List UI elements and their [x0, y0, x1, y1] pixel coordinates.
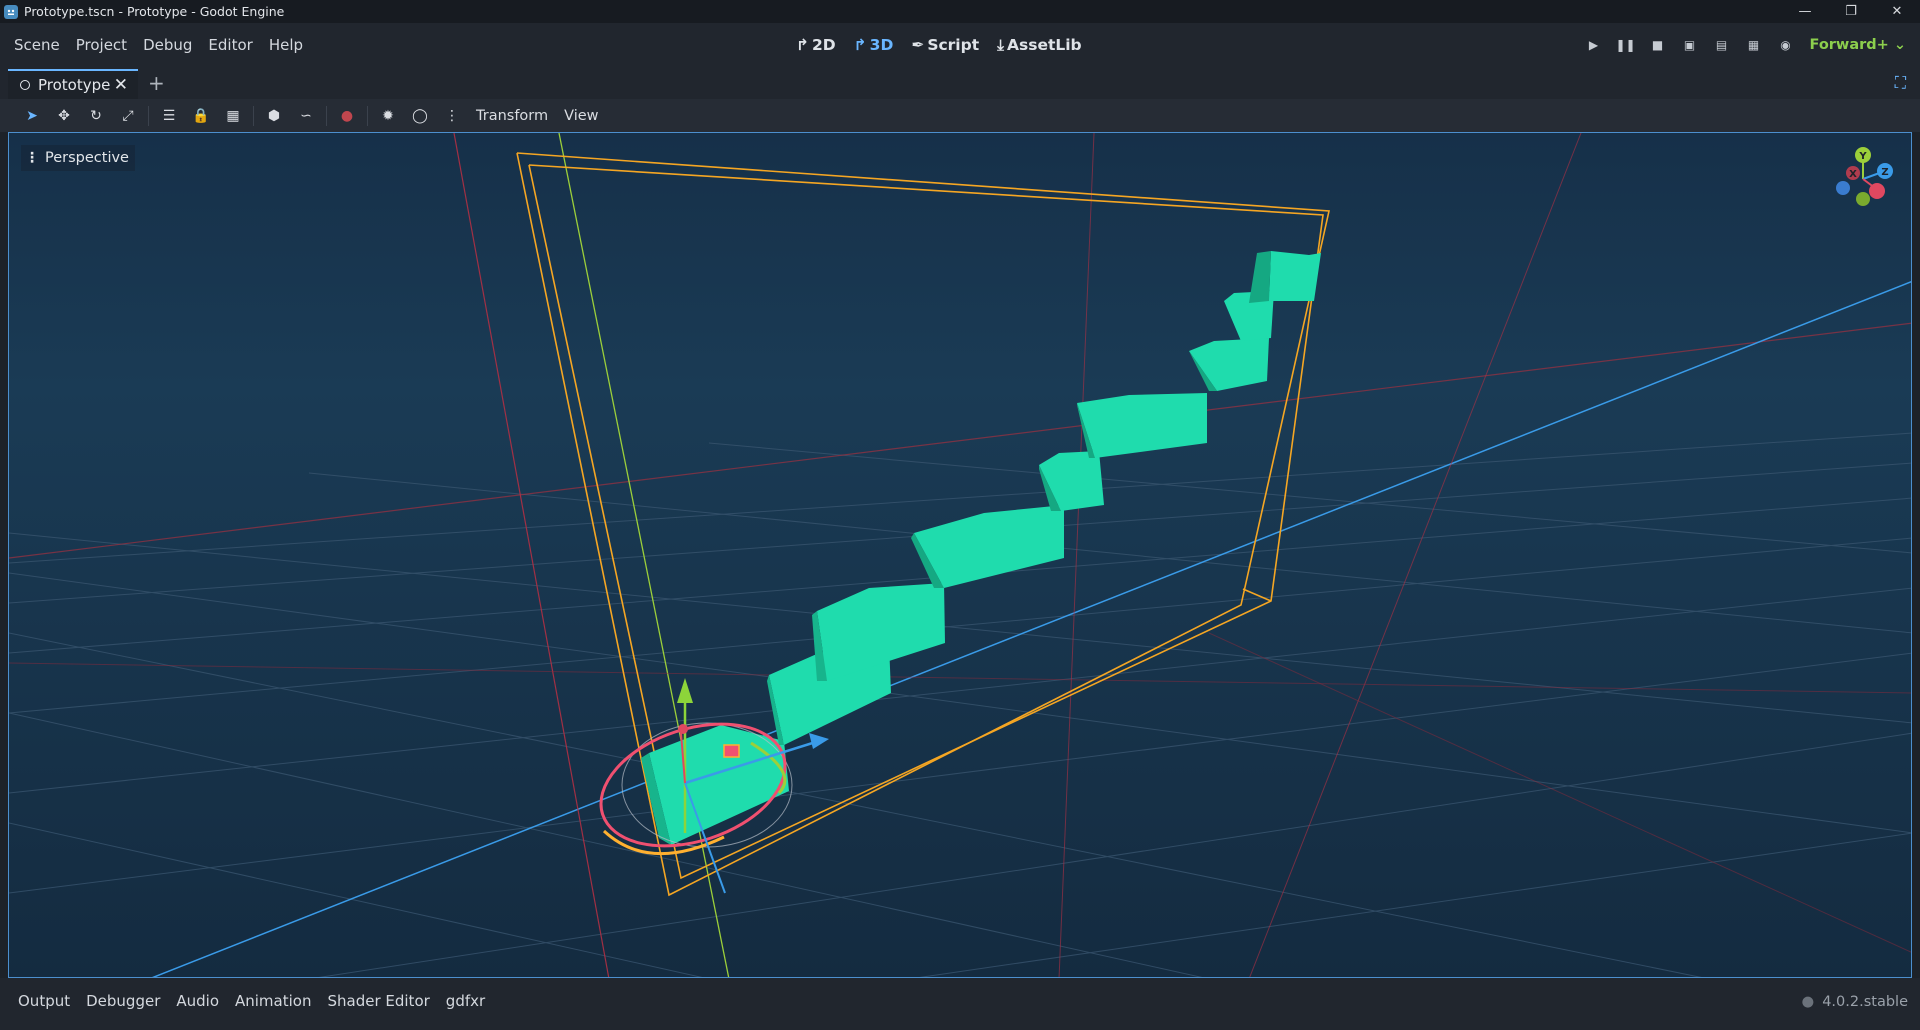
menu-help[interactable]: Help: [261, 36, 311, 54]
play-scene-icon[interactable]: ▤: [1706, 23, 1738, 67]
viewport-toolbar: ➤ ✥ ↻ ⤢ ☰ 🔒 ▦ ⬢ ∽ ● ✹ ◯ ⋮ Transform View: [0, 99, 1920, 132]
scene-circle-icon: [20, 80, 30, 90]
movie-maker-icon[interactable]: ◉: [1770, 23, 1802, 67]
toolbar-separator: [326, 105, 327, 126]
scene-tab-prototype[interactable]: Prototype ✕: [8, 69, 138, 99]
perspective-menu[interactable]: ⋮ Perspective: [21, 145, 135, 171]
snap-icon[interactable]: ∽: [290, 101, 322, 131]
toolbar-separator: [253, 105, 254, 126]
renderer-select[interactable]: Forward+ ⌄: [1810, 37, 1907, 53]
restore-icon[interactable]: ❐: [1828, 0, 1874, 23]
workspace-script-button[interactable]: ✒ Script: [911, 36, 979, 54]
update-spinner-icon: ●: [1801, 994, 1815, 1010]
scene-tab-bar: Prototype ✕ + ⛶: [0, 67, 1920, 99]
toolbar-separator: [367, 105, 368, 126]
tab-output[interactable]: Output: [10, 992, 78, 1010]
select-tool-icon[interactable]: ➤: [16, 101, 48, 131]
version-label: 4.0.2.stable: [1822, 994, 1908, 1010]
3d-icon: ↱: [853, 36, 867, 54]
toolbar-separator: [148, 105, 149, 126]
godot-logo-icon: [4, 4, 18, 19]
group-icon[interactable]: ▦: [217, 101, 249, 131]
fullscreen-icon[interactable]: ⛶: [1895, 73, 1906, 93]
workspace-3d-button[interactable]: ↱ 3D: [854, 36, 894, 54]
move-tool-icon[interactable]: ✥: [48, 101, 80, 131]
tab-gdfxr[interactable]: gdfxr: [438, 992, 493, 1010]
menu-project[interactable]: Project: [68, 36, 135, 54]
menu-scene[interactable]: Scene: [6, 36, 68, 54]
main-menu: Scene Project Debug Editor Help: [6, 23, 311, 67]
play-custom-scene-icon[interactable]: ▦: [1738, 23, 1770, 67]
play-icon[interactable]: ▶: [1578, 23, 1610, 67]
window-controls: — ❐ ✕: [1782, 0, 1920, 23]
script-icon: ✒: [911, 36, 925, 54]
tab-shader-editor[interactable]: Shader Editor: [319, 992, 437, 1010]
title-bar: Prototype.tscn - Prototype - Godot Engin…: [0, 0, 1920, 23]
stop-icon[interactable]: ■: [1642, 23, 1674, 67]
view-menu[interactable]: View: [556, 108, 606, 124]
local-space-icon[interactable]: ⬢: [258, 101, 290, 131]
menu-debug[interactable]: Debug: [135, 36, 200, 54]
3d-viewport[interactable]: Y X Z ⋮ Perspective: [8, 132, 1912, 978]
list-select-icon[interactable]: ☰: [153, 101, 185, 131]
version-info: ● 4.0.2.stable: [1802, 994, 1908, 1010]
close-icon[interactable]: ✕: [114, 75, 128, 95]
tab-audio[interactable]: Audio: [168, 992, 227, 1010]
scale-tool-icon[interactable]: ⤢: [112, 101, 144, 131]
remote-debug-icon[interactable]: ▣: [1674, 23, 1706, 67]
kebab-menu-icon: ⋮: [25, 150, 39, 166]
environment-icon[interactable]: ◯: [404, 101, 436, 131]
workspace-switcher: ↱ 2D ↱ 3D ✒ Script ⤓ AssetLib: [796, 23, 1082, 67]
workspace-2d-button[interactable]: ↱ 2D: [796, 36, 836, 54]
camera-preview-icon[interactable]: ●: [331, 101, 363, 131]
pause-icon[interactable]: ❚❚: [1610, 23, 1642, 67]
gizmo-x-label: X: [1849, 169, 1857, 180]
tab-debugger[interactable]: Debugger: [78, 992, 168, 1010]
transform-menu[interactable]: Transform: [468, 108, 556, 124]
perspective-label: Perspective: [45, 150, 129, 166]
scene-tab-label: Prototype: [38, 76, 111, 94]
menu-bar: Scene Project Debug Editor Help ↱ 2D ↱ 3D …: [0, 23, 1920, 67]
add-tab-icon[interactable]: +: [148, 71, 165, 95]
gizmo-z-label: Z: [1881, 167, 1888, 178]
minimize-icon[interactable]: —: [1782, 0, 1828, 23]
close-icon[interactable]: ✕: [1874, 0, 1920, 23]
tab-animation[interactable]: Animation: [227, 992, 319, 1010]
lock-icon[interactable]: 🔒: [185, 101, 217, 131]
2d-icon: ↱: [796, 36, 809, 54]
sun-icon[interactable]: ✹: [372, 101, 404, 131]
bottom-panel: Output Debugger Audio Animation Shader E…: [0, 978, 1920, 1030]
bottom-panel-tabs: Output Debugger Audio Animation Shader E…: [10, 992, 493, 1010]
menu-editor[interactable]: Editor: [200, 36, 260, 54]
assetlib-icon: ⤓: [997, 35, 1004, 54]
viewport-scene[interactable]: Y X Z: [9, 133, 1912, 978]
rotate-tool-icon[interactable]: ↻: [80, 101, 112, 131]
workspace-assetlib-button[interactable]: ⤓ AssetLib: [997, 36, 1082, 55]
window-title: Prototype.tscn - Prototype - Godot Engin…: [24, 4, 285, 19]
more-options-icon[interactable]: ⋮: [436, 101, 468, 131]
gizmo-y-label: Y: [1858, 151, 1867, 162]
run-controls: ▶ ❚❚ ■ ▣ ▤ ▦ ◉ Forward+ ⌄: [1578, 23, 1920, 67]
